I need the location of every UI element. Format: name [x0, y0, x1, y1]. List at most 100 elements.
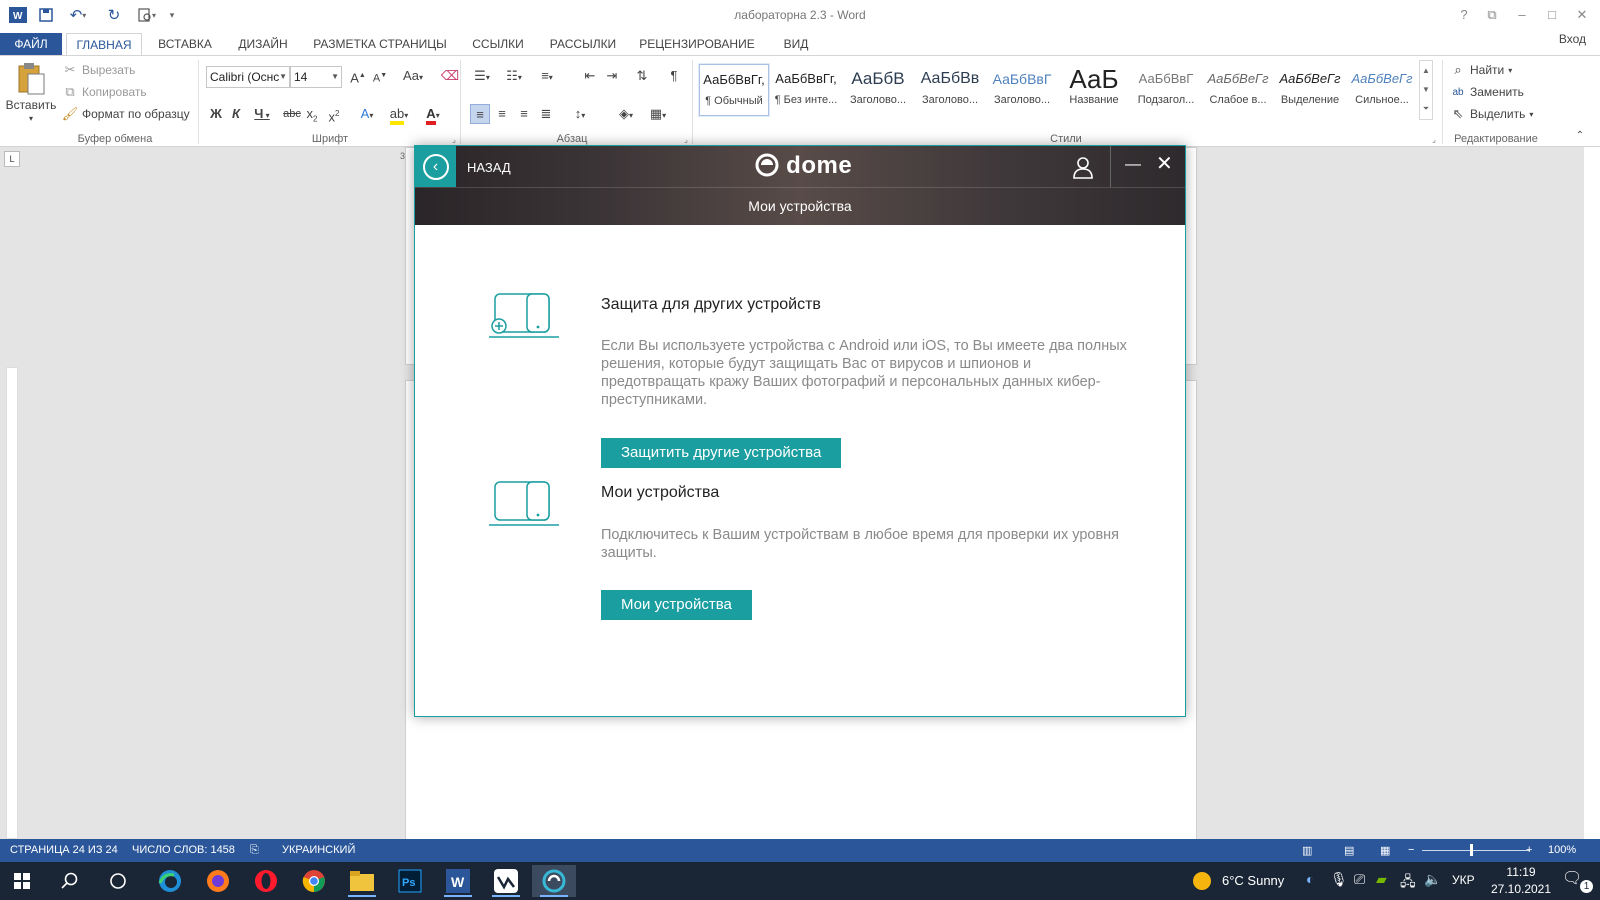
tab-view[interactable]: ВИД: [772, 33, 820, 56]
tab-home[interactable]: ГЛАВНАЯ: [66, 33, 142, 56]
select-button[interactable]: ⇖ Выделить ▾: [1450, 106, 1534, 122]
weather-icon[interactable]: [1192, 871, 1212, 894]
zoom-slider[interactable]: [1422, 850, 1530, 851]
increase-indent-icon[interactable]: ⇥: [602, 66, 622, 86]
photoshop-icon[interactable]: Ps: [388, 865, 432, 897]
dome-taskbar-icon[interactable]: [532, 865, 576, 897]
borders-icon[interactable]: ▦▾: [644, 104, 672, 124]
italic-icon[interactable]: К: [226, 104, 246, 124]
volume-icon[interactable]: 🔈: [1424, 871, 1441, 888]
align-right-icon[interactable]: ≡: [514, 104, 534, 124]
line-spacing-icon[interactable]: ↕▾: [566, 104, 594, 124]
style-subtle-emphasis[interactable]: АаБбВеГг Слабое в...: [1203, 64, 1273, 116]
tab-references[interactable]: ССЫЛКИ: [464, 33, 532, 56]
font-color-icon[interactable]: A▾: [418, 104, 448, 125]
back-button[interactable]: ‹: [415, 146, 456, 187]
tab-design[interactable]: ДИЗАЙН: [228, 33, 298, 56]
zoom-level[interactable]: 100%: [1548, 844, 1576, 856]
decrease-indent-icon[interactable]: ⇤: [580, 66, 600, 86]
style-heading-1[interactable]: АаБбВ Заголово...: [843, 64, 913, 116]
multilevel-list-icon[interactable]: ≡▾: [532, 66, 562, 86]
highlight-icon[interactable]: ab▾: [384, 104, 414, 125]
file-explorer-icon[interactable]: [340, 865, 384, 897]
dome-close-icon[interactable]: ✕: [1156, 154, 1173, 174]
word-count[interactable]: ЧИСЛО СЛОВ: 1458: [132, 844, 235, 856]
clock-time[interactable]: 11:19: [1500, 865, 1542, 879]
input-language[interactable]: УКР: [1452, 873, 1475, 887]
style-heading-3[interactable]: АаБбВвГ Заголово...: [987, 64, 1057, 116]
show-formatting-icon[interactable]: ¶: [664, 66, 684, 86]
user-account-icon[interactable]: [1071, 155, 1095, 179]
bold-icon[interactable]: Ж: [206, 104, 226, 124]
tab-page-layout[interactable]: РАЗМЕТКА СТРАНИЦЫ: [308, 33, 452, 56]
text-effects-icon[interactable]: A▾: [354, 104, 380, 124]
style-normal[interactable]: АаБбВвГг, ¶ Обычный: [698, 63, 770, 117]
tab-review[interactable]: РЕЦЕНЗИРОВАНИЕ: [634, 33, 760, 56]
firefox-icon[interactable]: [196, 865, 240, 897]
vpn-icon[interactable]: [484, 865, 528, 897]
dome-minimize-icon[interactable]: —: [1125, 156, 1141, 174]
maximize-icon[interactable]: □: [1540, 4, 1564, 26]
opera-icon[interactable]: [244, 865, 288, 897]
sign-in-link[interactable]: Вход: [1559, 32, 1586, 46]
format-painter-button[interactable]: 🖌 Формат по образцу: [62, 106, 190, 122]
grow-font-icon[interactable]: A▲: [348, 66, 368, 86]
font-name-combo[interactable]: Calibri (Оснс ▼: [206, 66, 290, 88]
zoom-in-icon[interactable]: +: [1526, 844, 1532, 856]
paste-button[interactable]: Вставить ▾: [6, 62, 56, 123]
cut-button[interactable]: ✂ Вырезать: [62, 62, 136, 78]
bullets-icon[interactable]: ☰▾: [468, 66, 496, 86]
underline-icon[interactable]: Ч ▾: [248, 104, 276, 124]
find-button[interactable]: ⌕ Найти ▾: [1450, 62, 1512, 78]
font-size-combo[interactable]: 14 ▼: [290, 66, 342, 88]
page-count[interactable]: СТРАНИЦА 24 ИЗ 24: [10, 844, 118, 856]
styles-scroll[interactable]: ▲ ▼ ⏷: [1419, 60, 1433, 120]
style-no-spacing[interactable]: АаБбВвГг, ¶ Без инте...: [771, 64, 841, 116]
search-icon[interactable]: [48, 865, 92, 897]
zoom-out-icon[interactable]: −: [1408, 844, 1414, 856]
word-taskbar-icon[interactable]: W: [436, 865, 480, 897]
usb-icon[interactable]: ⎚: [1354, 871, 1365, 888]
collapse-ribbon-icon[interactable]: ⌃: [1570, 126, 1590, 146]
vertical-scrollbar[interactable]: [1583, 147, 1600, 839]
style-intense-emphasis[interactable]: АаБбВеГг Сильное...: [1347, 64, 1417, 116]
copy-button[interactable]: ⧉ Копировать: [62, 84, 146, 100]
windows-start-icon[interactable]: [0, 865, 44, 897]
close-icon[interactable]: ✕: [1570, 4, 1594, 26]
strikethrough-icon[interactable]: abc: [282, 104, 302, 124]
chrome-icon[interactable]: [292, 865, 336, 897]
web-layout-icon[interactable]: ▦: [1380, 844, 1390, 857]
weather-text[interactable]: 6°C Sunny: [1222, 873, 1284, 888]
style-heading-2[interactable]: АаБбВв Заголово...: [915, 64, 985, 116]
nvidia-icon[interactable]: ▰: [1376, 871, 1387, 888]
change-case-icon[interactable]: Аа▾: [398, 66, 428, 86]
numbering-icon[interactable]: ☷▾: [500, 66, 528, 86]
help-icon[interactable]: ?: [1452, 4, 1476, 26]
edge-tray-icon[interactable]: ◐: [1306, 871, 1314, 887]
protect-other-devices-button[interactable]: Защитить другие устройства: [601, 438, 842, 468]
sort-icon[interactable]: ⇅: [632, 66, 652, 86]
language-indicator[interactable]: УКРАИНСКИЙ: [282, 844, 355, 856]
clock-date[interactable]: 27.10.2021: [1486, 882, 1556, 896]
align-left-icon[interactable]: ≡: [470, 104, 490, 124]
superscript-icon[interactable]: x2: [324, 104, 344, 124]
proofing-icon[interactable]: ⎘: [250, 844, 259, 857]
edge-icon[interactable]: [148, 865, 192, 897]
subscript-icon[interactable]: x2: [302, 104, 322, 124]
style-title[interactable]: АаБ Название: [1059, 64, 1129, 116]
print-layout-icon[interactable]: ▤: [1344, 844, 1354, 857]
clear-formatting-icon[interactable]: ⌫: [440, 66, 460, 86]
tab-file[interactable]: ФАЙЛ: [0, 33, 62, 56]
shading-icon[interactable]: ◈▾: [612, 104, 640, 124]
microphone-icon[interactable]: 🎙: [1330, 871, 1348, 888]
task-view-icon[interactable]: [96, 865, 140, 897]
tab-insert[interactable]: ВСТАВКА: [150, 33, 220, 56]
my-devices-button[interactable]: Мои устройства: [601, 590, 752, 620]
style-emphasis[interactable]: АаБбВеГг Выделение: [1275, 64, 1345, 116]
network-icon[interactable]: 🖧: [1400, 871, 1416, 895]
back-label[interactable]: НАЗАД: [467, 160, 511, 175]
tab-selector[interactable]: L: [4, 151, 20, 167]
justify-icon[interactable]: ≣: [536, 104, 556, 124]
align-center-icon[interactable]: ≡: [492, 104, 512, 124]
replace-button[interactable]: ab Заменить: [1450, 84, 1524, 100]
